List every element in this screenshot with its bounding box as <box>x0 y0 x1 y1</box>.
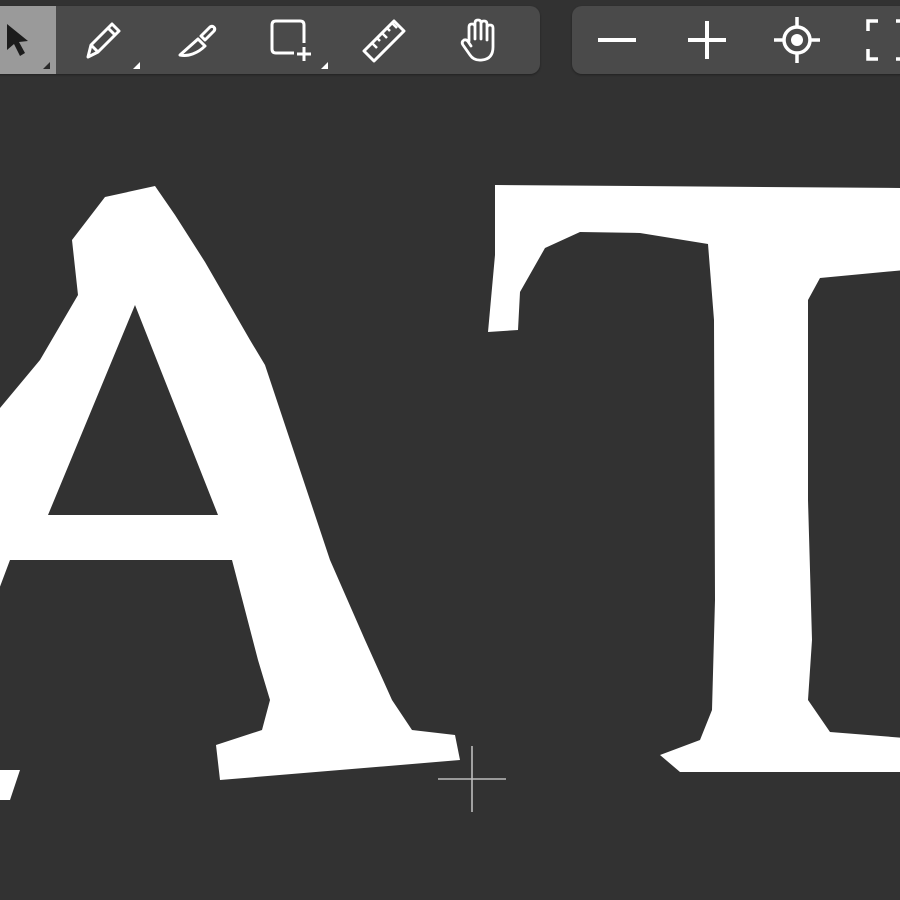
center-view-button[interactable] <box>752 6 842 74</box>
view-controls <box>572 6 900 74</box>
rectangle-plus-icon <box>270 19 311 61</box>
hand-icon <box>460 18 495 62</box>
minus-icon <box>598 38 636 42</box>
glyph-canvas[interactable] <box>0 0 900 900</box>
arrow-pointer-icon <box>7 24 28 56</box>
ruler-icon <box>362 19 406 63</box>
glyph-t[interactable] <box>488 185 900 772</box>
pencil-icon <box>86 22 121 59</box>
tool-palette <box>0 6 540 74</box>
target-icon <box>774 17 820 63</box>
zoom-in-button[interactable] <box>662 6 752 74</box>
plus-icon <box>688 21 726 59</box>
fit-view-button[interactable] <box>842 6 900 74</box>
submenu-indicator <box>321 62 328 69</box>
hand-tool-button[interactable] <box>432 6 526 74</box>
measure-tool-button[interactable] <box>338 6 432 74</box>
pencil-tool-button[interactable] <box>56 6 150 74</box>
crosshair-cursor-icon <box>438 746 506 812</box>
pointer-tool-button[interactable] <box>0 6 56 74</box>
glyph-a[interactable] <box>0 186 460 800</box>
knife-tool-button[interactable] <box>150 6 244 74</box>
knife-icon <box>178 24 217 57</box>
submenu-indicator <box>133 62 140 69</box>
zoom-out-button[interactable] <box>572 6 662 74</box>
fit-screen-icon <box>866 19 900 61</box>
add-rectangle-tool-button[interactable] <box>244 6 338 74</box>
submenu-indicator <box>43 62 50 69</box>
